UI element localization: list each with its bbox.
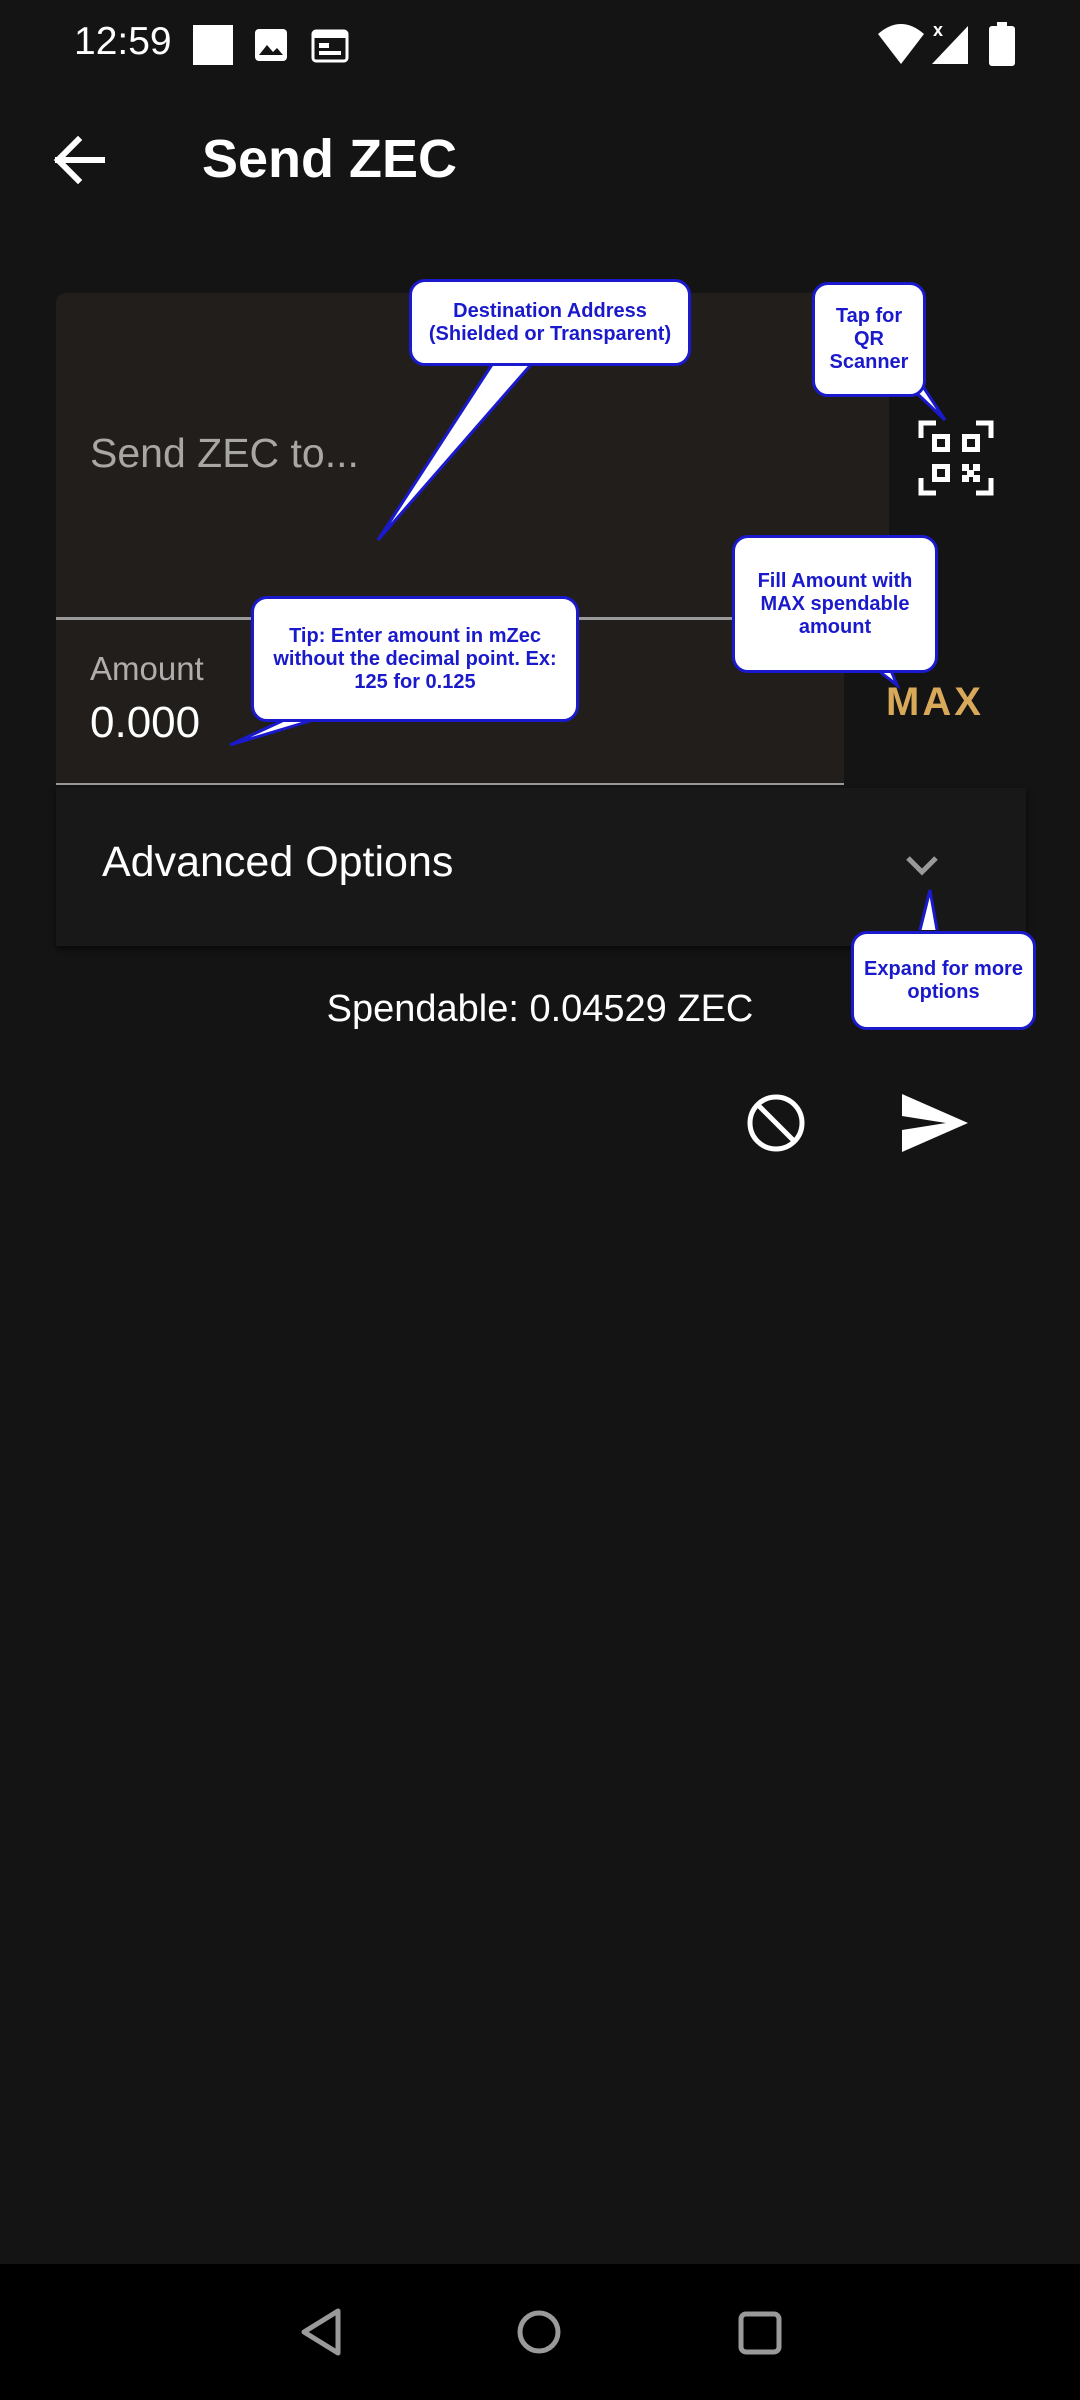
calendar-icon xyxy=(311,29,349,63)
nav-back-icon[interactable] xyxy=(298,2307,346,2357)
tooltip-destination: Destination Address (Shielded or Transpa… xyxy=(409,279,691,366)
qr-scanner-icon[interactable] xyxy=(918,420,994,496)
signal-icon xyxy=(932,26,968,64)
amount-underline xyxy=(56,783,844,785)
chevron-down-icon[interactable] xyxy=(900,846,944,886)
nav-recents-icon[interactable] xyxy=(737,2310,783,2356)
page-title: Send ZEC xyxy=(202,129,458,189)
address-input[interactable]: Send ZEC to... xyxy=(90,430,359,477)
square-icon xyxy=(193,25,233,65)
tooltip-max: Fill Amount with MAX spendable amount xyxy=(732,535,938,673)
amount-label: Amount xyxy=(90,650,204,687)
image-icon xyxy=(255,29,287,61)
send-icon[interactable] xyxy=(900,1092,970,1154)
wifi-icon xyxy=(878,24,924,64)
status-time: 12:59 xyxy=(74,20,172,63)
amount-input[interactable]: 0.000 xyxy=(90,698,200,748)
nav-home-icon[interactable] xyxy=(515,2308,563,2356)
battery-icon xyxy=(989,22,1015,66)
back-arrow-icon[interactable] xyxy=(50,130,110,190)
tooltip-amount: Tip: Enter amount in mZec without the de… xyxy=(251,596,579,722)
advanced-options-label: Advanced Options xyxy=(102,838,454,886)
tooltip-qr-scanner: Tap for QR Scanner xyxy=(812,282,926,397)
tooltip-advanced: Expand for more options xyxy=(851,931,1036,1030)
cancel-icon[interactable] xyxy=(745,1092,807,1154)
max-button[interactable]: MAX xyxy=(886,680,984,725)
